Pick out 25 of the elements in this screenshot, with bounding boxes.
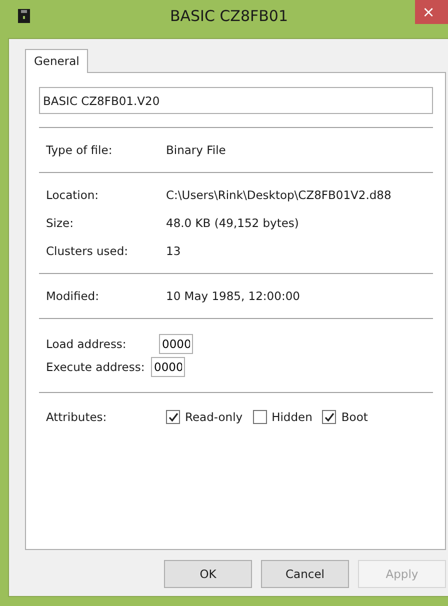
field-value: C:\Users\Rink\Desktop\CZ8FB01V2.d88	[166, 188, 392, 202]
window-title: BASIC CZ8FB01	[170, 7, 288, 25]
field-label: Clusters used:	[46, 244, 129, 258]
field-label: Attributes:	[46, 410, 108, 424]
field-label: Size:	[46, 216, 74, 230]
field-value: Binary File	[166, 143, 226, 157]
checkbox[interactable]	[252, 410, 267, 424]
checkbox-label: Hidden	[272, 410, 312, 424]
dialog-button[interactable]: Cancel	[261, 560, 349, 588]
checkbox-label: Boot	[341, 410, 368, 424]
field-label: Load address:	[46, 337, 128, 351]
field-value: 10 May 1985, 12:00:00	[166, 289, 300, 303]
dialog-button[interactable]: OK	[164, 560, 252, 588]
field-label: Execute address:	[46, 360, 146, 374]
field-label: Modified:	[46, 289, 100, 303]
field-value: 13	[166, 244, 181, 258]
tab[interactable]: General	[25, 49, 88, 73]
field-label: Location:	[46, 188, 100, 202]
field-value: 48.0 KB (49,152 bytes)	[166, 216, 299, 230]
checkbox[interactable]	[322, 410, 336, 424]
checkbox-label: Read-only	[185, 410, 243, 424]
name-field[interactable]: BASIC CZ8FB01.V20	[39, 87, 433, 114]
close-button[interactable]: ×	[415, 0, 448, 24]
field-label: Type of file:	[46, 143, 114, 157]
checkbox[interactable]	[166, 410, 180, 424]
